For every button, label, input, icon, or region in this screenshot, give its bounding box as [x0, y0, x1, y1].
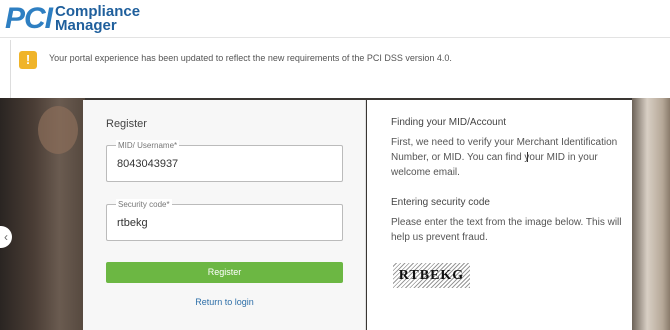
pci-compliance-manager-logo[interactable]: PCI Compliance Manager: [5, 2, 140, 36]
finding-mid-title: Finding your MID/Account: [391, 117, 507, 128]
mid-username-field[interactable]: MID/ Username* 8043043937: [106, 140, 343, 182]
security-code-value: rtbekg: [117, 217, 148, 229]
text-cursor-icon: [527, 152, 529, 162]
warning-icon: !: [19, 51, 37, 69]
register-button[interactable]: Register: [106, 262, 343, 283]
entering-security-body: Please enter the text from the image bel…: [391, 217, 622, 243]
notice-text: Your portal experience has been updated …: [49, 53, 452, 63]
register-form-panel: Register MID/ Username* 8043043937 Secur…: [83, 100, 366, 330]
mid-username-label: MID/ Username*: [116, 140, 180, 151]
register-title: Register: [106, 118, 147, 130]
security-code-field[interactable]: Security code* rtbekg: [106, 199, 343, 241]
background-person-left: [0, 98, 85, 330]
entering-security-title: Entering security code: [391, 197, 490, 208]
logo-wordmark: Compliance Manager: [55, 4, 140, 34]
mid-username-value: 8043043937: [117, 158, 179, 170]
return-to-login-link[interactable]: Return to login: [106, 297, 343, 307]
help-info-panel: Finding your MID/Account First, we need …: [367, 100, 632, 330]
logo-pci-text: PCI: [5, 2, 53, 35]
security-code-label: Security code*: [116, 199, 172, 210]
top-header: PCI Compliance Manager: [0, 0, 670, 38]
background-face: [38, 106, 78, 154]
background-person-right: [632, 98, 670, 330]
logo-manager-text: Manager: [55, 17, 117, 34]
update-notice-banner: ! Your portal experience has been update…: [10, 40, 670, 98]
finding-mid-body: First, we need to verify your Merchant I…: [391, 137, 618, 178]
captcha-image: RTBEKG: [393, 263, 470, 288]
captcha-text: RTBEKG: [398, 267, 465, 283]
